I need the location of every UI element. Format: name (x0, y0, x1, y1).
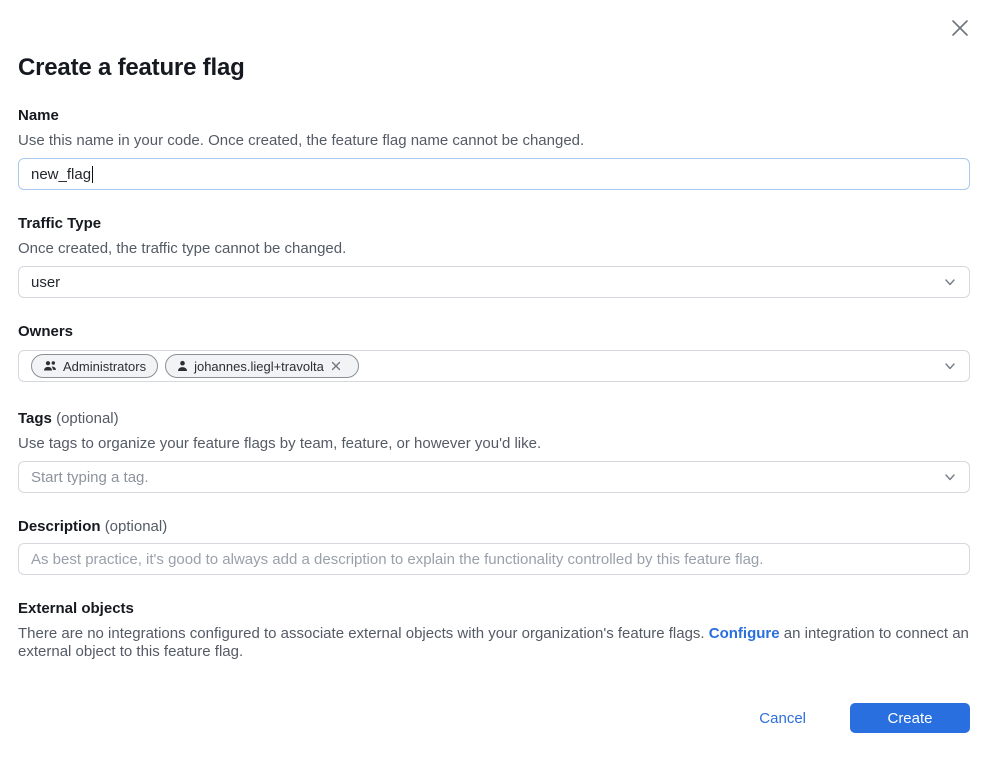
name-input[interactable]: new_flag (18, 158, 970, 190)
tags-select[interactable]: Start typing a tag. (18, 461, 970, 493)
name-label: Name (18, 107, 970, 124)
description-label: Description (optional) (18, 518, 970, 535)
person-icon (177, 360, 194, 372)
description-label-text: Description (18, 518, 101, 535)
page-title: Create a feature flag (18, 0, 970, 82)
tags-label-text: Tags (18, 410, 52, 427)
tags-optional-text: (optional) (56, 410, 119, 427)
tags-label: Tags (optional) (18, 410, 970, 427)
configure-link[interactable]: Configure (709, 625, 780, 642)
cancel-button[interactable]: Cancel (759, 710, 806, 727)
create-feature-flag-modal: Create a feature flag Name Use this name… (0, 0, 988, 763)
chevron-down-icon (943, 470, 957, 484)
external-objects-text: There are no integrations configured to … (18, 625, 970, 661)
chip-remove-icon[interactable] (331, 361, 347, 371)
owners-chips: Administrators johannes.liegl+travolta (31, 354, 359, 378)
chevron-down-icon (943, 275, 957, 289)
text-caret (92, 166, 93, 183)
owner-chip-johannes[interactable]: johannes.liegl+travolta (165, 354, 359, 378)
traffic-type-select[interactable]: user (18, 266, 970, 298)
external-objects-label: External objects (18, 600, 970, 617)
description-input[interactable] (18, 543, 970, 575)
name-description: Use this name in your code. Once created… (18, 132, 970, 150)
modal-footer: Cancel Create (18, 703, 970, 733)
traffic-type-label: Traffic Type (18, 215, 970, 232)
tags-placeholder: Start typing a tag. (31, 469, 149, 486)
owner-chip-label: johannes.liegl+travolta (194, 359, 324, 374)
owner-chip-label: Administrators (63, 359, 146, 374)
create-button[interactable]: Create (850, 703, 970, 733)
traffic-type-description: Once created, the traffic type cannot be… (18, 240, 970, 258)
description-optional-text: (optional) (105, 518, 168, 535)
owners-label: Owners (18, 323, 970, 340)
tags-description: Use tags to organize your feature flags … (18, 435, 970, 453)
external-objects-text-before: There are no integrations configured to … (18, 625, 709, 642)
close-icon (949, 17, 971, 39)
owners-select[interactable]: Administrators johannes.liegl+travolta (18, 350, 970, 382)
group-icon (43, 360, 63, 372)
chevron-down-icon (943, 359, 957, 373)
traffic-type-value: user (31, 274, 60, 291)
name-input-value: new_flag (31, 166, 91, 183)
close-button[interactable] (948, 16, 972, 40)
owner-chip-administrators[interactable]: Administrators (31, 354, 158, 378)
